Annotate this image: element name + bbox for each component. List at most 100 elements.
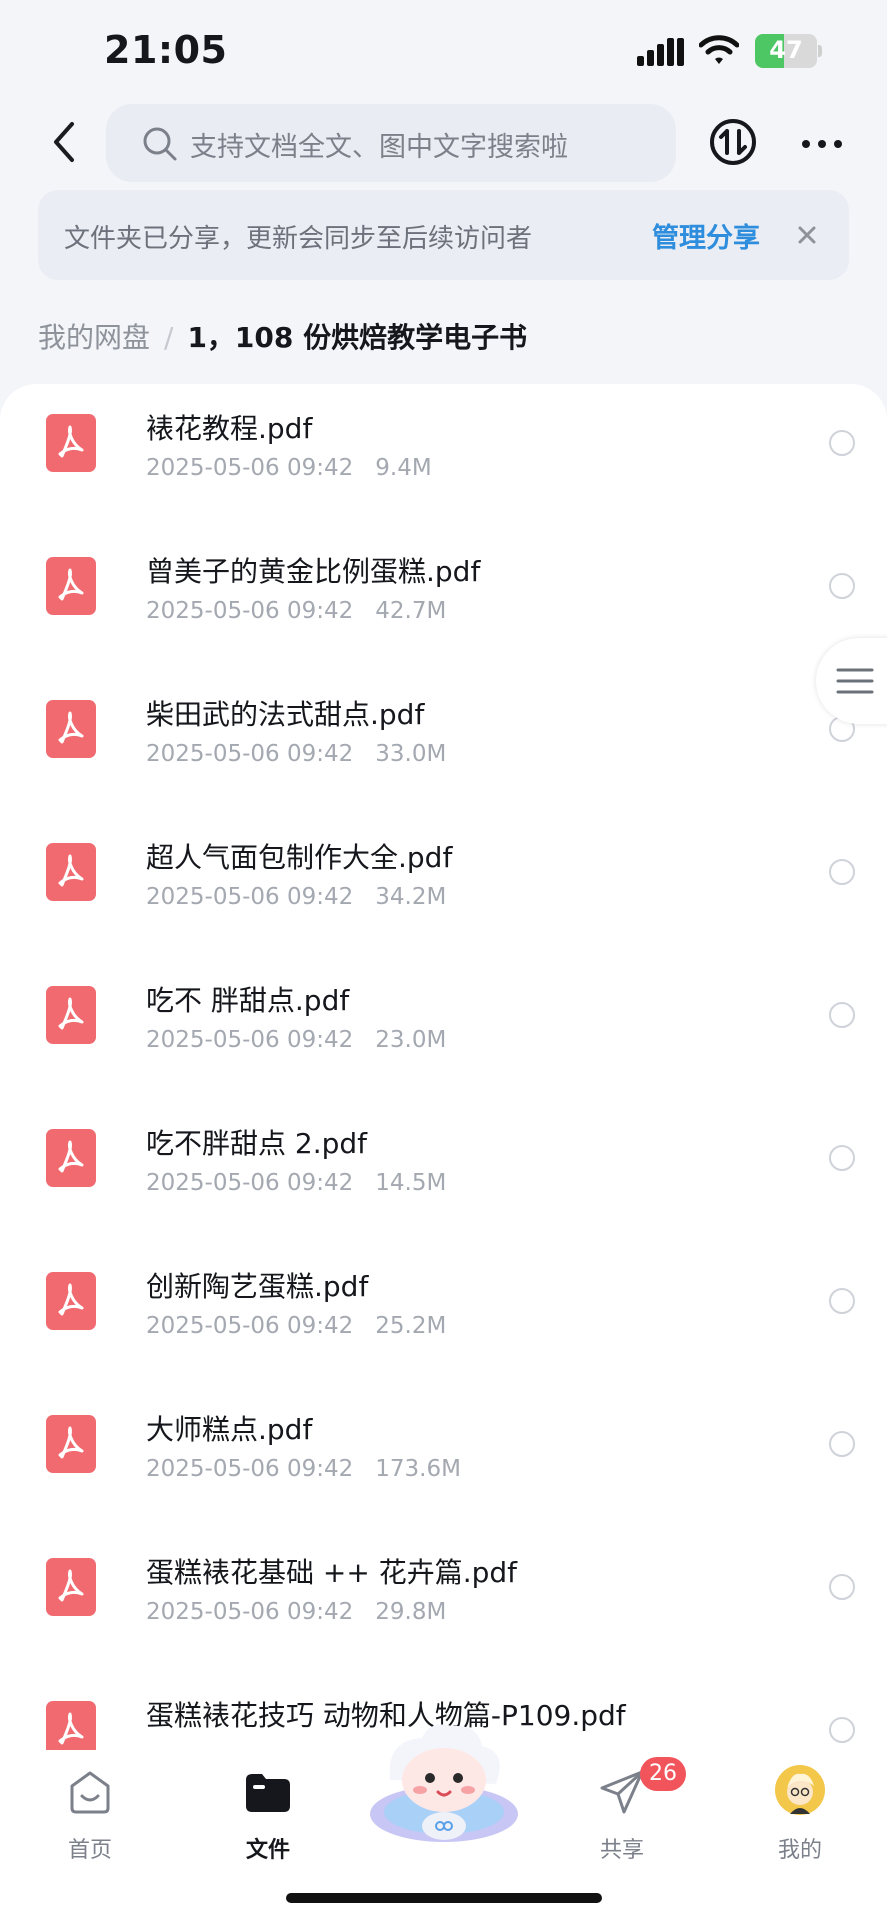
file-name: 蛋糕裱花基础 ++ 花卉篇.pdf bbox=[146, 1556, 518, 1589]
file-row[interactable]: 柴田武的法式甜点.pdf 2025-05-06 09:42 33.0M bbox=[0, 670, 887, 813]
search-placeholder: 支持文档全文、图中文字搜索啦 bbox=[190, 132, 568, 163]
select-radio[interactable] bbox=[829, 1431, 855, 1457]
file-size: 14.5M bbox=[375, 1170, 447, 1196]
ai-assistant-mascot-icon[interactable] bbox=[368, 1718, 520, 1846]
file-row[interactable]: 吃不胖甜点 2.pdf 2025-05-06 09:42 14.5M bbox=[0, 1099, 887, 1242]
manage-share-link[interactable]: 管理分享 bbox=[652, 216, 760, 255]
breadcrumb-root[interactable]: 我的网盘 bbox=[38, 321, 150, 354]
tab-mine[interactable]: 我的 bbox=[740, 1762, 860, 1872]
file-size: 25.2M bbox=[375, 1313, 447, 1339]
pdf-file-icon bbox=[46, 1129, 96, 1187]
file-size: 29.8M bbox=[375, 1599, 447, 1625]
file-row[interactable]: 蛋糕裱花基础 ++ 花卉篇.pdf 2025-05-06 09:42 29.8M bbox=[0, 1528, 887, 1671]
pdf-file-icon bbox=[46, 1558, 96, 1616]
battery-cap bbox=[818, 45, 822, 57]
more-options-icon[interactable] bbox=[800, 124, 844, 164]
file-size: 23.0M bbox=[375, 1027, 447, 1053]
select-radio[interactable] bbox=[829, 1002, 855, 1028]
file-size: 42.7M bbox=[375, 598, 447, 624]
status-bar: 21:05 47 bbox=[0, 0, 887, 100]
breadcrumb-current: 1，108 份烘焙教学电子书 bbox=[187, 321, 528, 354]
share-count-badge: 26 bbox=[640, 1757, 686, 1791]
pdf-file-icon bbox=[46, 414, 96, 472]
search-input[interactable]: 支持文档全文、图中文字搜索啦 bbox=[106, 104, 676, 182]
menu-lines-icon bbox=[836, 668, 874, 694]
file-date: 2025-05-06 09:42 bbox=[146, 1027, 354, 1053]
share-notice-banner: 文件夹已分享，更新会同步至后续访问者 管理分享 bbox=[38, 190, 849, 280]
avatar bbox=[775, 1765, 825, 1815]
folder-icon bbox=[246, 1774, 290, 1812]
breadcrumb-separator: / bbox=[164, 321, 174, 354]
select-radio[interactable] bbox=[829, 430, 855, 456]
battery-icon: 47 bbox=[755, 34, 817, 68]
back-arrow-icon[interactable] bbox=[48, 118, 82, 166]
file-date: 2025-05-06 09:42 bbox=[146, 741, 354, 767]
file-name: 柴田武的法式甜点.pdf bbox=[146, 698, 425, 731]
clock: 21:05 bbox=[104, 28, 228, 72]
file-meta: 2025-05-06 09:42 9.4M bbox=[146, 455, 432, 481]
pdf-file-icon bbox=[46, 843, 96, 901]
file-meta: 2025-05-06 09:42 29.8M bbox=[146, 1599, 446, 1625]
home-indicator bbox=[286, 1893, 602, 1903]
tab-files-label: 文件 bbox=[245, 1838, 290, 1863]
file-size: 173.6M bbox=[375, 1456, 461, 1482]
transfer-icon[interactable] bbox=[708, 117, 758, 167]
select-radio[interactable] bbox=[829, 1145, 855, 1171]
file-meta: 2025-05-06 09:42 42.7M bbox=[146, 598, 446, 624]
select-radio[interactable] bbox=[829, 1717, 855, 1743]
wifi-icon bbox=[699, 35, 739, 64]
close-icon[interactable] bbox=[790, 218, 824, 252]
breadcrumb: 我的网盘 / 1，108 份烘焙教学电子书 bbox=[38, 316, 527, 356]
file-row[interactable]: 吃不 胖甜点.pdf 2025-05-06 09:42 23.0M bbox=[0, 956, 887, 1099]
select-radio[interactable] bbox=[829, 1574, 855, 1600]
file-row[interactable]: 大师糕点.pdf 2025-05-06 09:42 173.6M bbox=[0, 1385, 887, 1528]
select-radio[interactable] bbox=[829, 573, 855, 599]
file-date: 2025-05-06 09:42 bbox=[146, 598, 354, 624]
share-notice-text: 文件夹已分享，更新会同步至后续访问者 bbox=[64, 224, 533, 254]
file-row[interactable]: 创新陶艺蛋糕.pdf 2025-05-06 09:42 25.2M bbox=[0, 1242, 887, 1385]
file-size: 34.2M bbox=[375, 884, 447, 910]
pdf-file-icon bbox=[46, 1272, 96, 1330]
file-name: 大师糕点.pdf bbox=[146, 1413, 313, 1446]
file-meta: 2025-05-06 09:42 34.2M bbox=[146, 884, 446, 910]
file-meta: 2025-05-06 09:42 33.0M bbox=[146, 741, 446, 767]
tab-home-label: 首页 bbox=[67, 1838, 112, 1863]
tab-mine-label: 我的 bbox=[777, 1838, 822, 1863]
paper-plane-icon bbox=[600, 1770, 644, 1814]
tab-home[interactable]: 首页 bbox=[30, 1762, 150, 1872]
file-list: 裱花教程.pdf 2025-05-06 09:42 9.4M 曾美子的黄金比例蛋糕… bbox=[0, 384, 887, 1750]
file-row[interactable]: 超人气面包制作大全.pdf 2025-05-06 09:42 34.2M bbox=[0, 813, 887, 956]
tab-files[interactable]: 文件 bbox=[208, 1762, 328, 1872]
file-date: 2025-05-06 09:42 bbox=[146, 1313, 354, 1339]
file-meta: 2025-05-06 09:42 173.6M bbox=[146, 1456, 461, 1482]
file-date: 2025-05-06 09:42 bbox=[146, 1170, 354, 1196]
home-icon bbox=[70, 1771, 110, 1814]
file-name: 超人气面包制作大全.pdf bbox=[146, 841, 453, 874]
cellular-signal-icon bbox=[637, 38, 684, 66]
select-radio[interactable] bbox=[829, 1288, 855, 1314]
file-date: 2025-05-06 09:42 bbox=[146, 455, 354, 481]
file-size: 9.4M bbox=[375, 455, 432, 481]
file-row[interactable]: 裱花教程.pdf 2025-05-06 09:42 9.4M bbox=[0, 384, 887, 527]
pdf-file-icon bbox=[46, 700, 96, 758]
file-name: 吃不胖甜点 2.pdf bbox=[146, 1127, 368, 1160]
file-meta: 2025-05-06 09:42 14.5M bbox=[146, 1170, 446, 1196]
file-name: 曾美子的黄金比例蛋糕.pdf bbox=[146, 555, 481, 588]
pdf-file-icon bbox=[46, 1415, 96, 1473]
battery-percent: 47 bbox=[769, 36, 803, 64]
file-meta: 2025-05-06 09:42 25.2M bbox=[146, 1313, 446, 1339]
file-date: 2025-05-06 09:42 bbox=[146, 1456, 354, 1482]
file-row[interactable]: 曾美子的黄金比例蛋糕.pdf 2025-05-06 09:42 42.7M bbox=[0, 527, 887, 670]
file-date: 2025-05-06 09:42 bbox=[146, 1599, 354, 1625]
file-meta bbox=[146, 1742, 168, 1750]
select-radio[interactable] bbox=[829, 859, 855, 885]
file-size: 33.0M bbox=[375, 741, 447, 767]
search-icon bbox=[143, 127, 177, 161]
file-name: 吃不 胖甜点.pdf bbox=[146, 984, 350, 1017]
tab-share-label: 共享 bbox=[599, 1838, 644, 1863]
pdf-file-icon bbox=[46, 986, 96, 1044]
file-name: 创新陶艺蛋糕.pdf bbox=[146, 1270, 369, 1303]
file-meta: 2025-05-06 09:42 23.0M bbox=[146, 1027, 446, 1053]
pdf-file-icon bbox=[46, 1701, 96, 1750]
pdf-file-icon bbox=[46, 557, 96, 615]
